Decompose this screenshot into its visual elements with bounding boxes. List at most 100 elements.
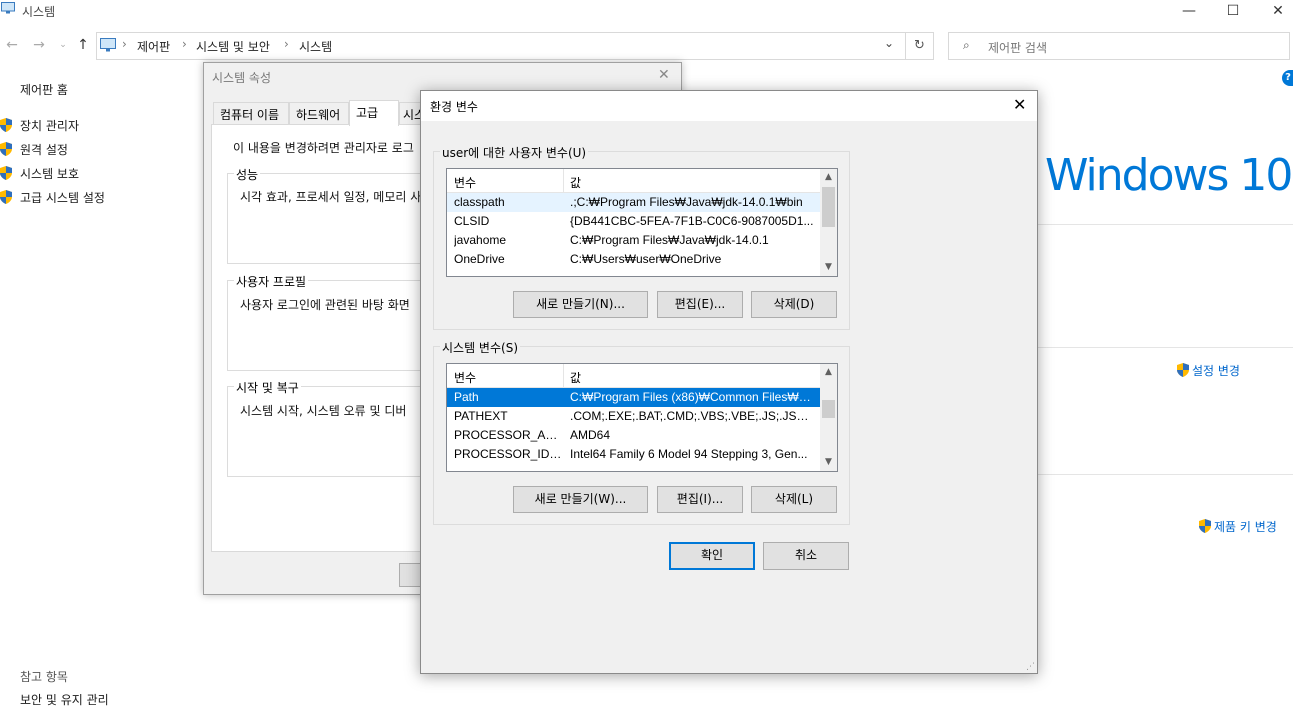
remote-settings-link[interactable]: 원격 설정 — [20, 141, 68, 158]
column-header-name[interactable]: 변수 — [454, 369, 476, 386]
env-dialog-title: 환경 변수 — [430, 100, 478, 114]
scroll-thumb[interactable] — [822, 400, 835, 418]
system-new-button[interactable]: 새로 만들기(W)... — [513, 486, 648, 513]
resize-grip-icon[interactable]: ⋰ — [1026, 662, 1035, 672]
column-divider — [563, 364, 564, 388]
tab-computer-name[interactable]: 컴퓨터 이름 — [213, 102, 289, 124]
breadcrumb-separator-icon: › — [122, 37, 127, 51]
refresh-button[interactable]: ↻ — [906, 32, 934, 60]
admin-note: 이 내용을 변경하려면 관리자로 로그 — [233, 141, 414, 155]
tab-system-protection[interactable]: 시스 — [399, 102, 421, 124]
refresh-icon: ↻ — [914, 38, 925, 53]
variable-name: OneDrive — [454, 252, 505, 266]
variable-value: Intel64 Family 6 Model 94 Stepping 3, Ge… — [570, 447, 808, 461]
table-row[interactable]: javahome C:₩Program Files₩Java₩jdk-14.0.… — [447, 231, 837, 250]
performance-group — [227, 173, 427, 264]
minimize-button[interactable]: — — [1166, 0, 1212, 24]
variable-name: javahome — [454, 233, 507, 247]
system-window-icon — [1, 2, 15, 14]
breadcrumb-control-panel[interactable]: 제어판 — [137, 38, 170, 55]
ok-button[interactable]: 확인 — [669, 542, 755, 570]
breadcrumb-system[interactable]: 시스템 — [299, 38, 332, 55]
table-row[interactable]: PATHEXT .COM;.EXE;.BAT;.CMD;.VBS;.VBE;.J… — [447, 407, 837, 426]
up-arrow-icon[interactable]: ↑ — [73, 34, 93, 56]
env-dialog-close-icon[interactable]: ✕ — [1013, 95, 1026, 114]
scroll-down-icon[interactable]: ▼ — [820, 259, 837, 276]
divider — [1038, 474, 1293, 475]
variable-value: C:₩Program Files (x86)₩Common Files₩Or..… — [570, 390, 815, 404]
advanced-system-settings-link[interactable]: 고급 시스템 설정 — [20, 189, 105, 206]
maximize-button[interactable]: ☐ — [1210, 0, 1256, 24]
windows-10-logo: Windows 10 — [1045, 150, 1293, 201]
change-product-key-link[interactable]: 제품 키 변경 — [1214, 518, 1277, 535]
breadcrumb-separator-icon: › — [284, 37, 289, 51]
system-delete-button[interactable]: 삭제(L) — [751, 486, 837, 513]
variable-name: Path — [454, 390, 479, 404]
user-delete-button[interactable]: 삭제(D) — [751, 291, 837, 318]
uac-shield-icon — [0, 166, 12, 180]
variable-name: CLSID — [454, 214, 490, 228]
search-placeholder: 제어판 검색 — [988, 41, 1048, 55]
see-also-heading: 참고 항목 — [20, 670, 68, 684]
variable-value: C:₩Program Files₩Java₩jdk-14.0.1 — [570, 233, 769, 247]
recent-locations-chevron-icon[interactable]: ⌄ — [53, 34, 73, 56]
table-row[interactable]: classpath .;C:₩Program Files₩Java₩jdk-14… — [447, 193, 837, 212]
column-header-value[interactable]: 값 — [570, 174, 581, 191]
window-titlebar — [0, 0, 1293, 24]
back-arrow-icon[interactable]: ← — [2, 34, 22, 56]
breadcrumb-system-security[interactable]: 시스템 및 보안 — [196, 38, 270, 55]
performance-description: 시각 효과, 프로세서 일정, 메모리 사 — [240, 190, 420, 204]
table-row[interactable]: OneDrive C:₩Users₩user₩OneDrive — [447, 250, 837, 269]
system-variables-label: 시스템 변수(S) — [440, 339, 520, 356]
user-variables-list[interactable]: 변수 값 classpath .;C:₩Program Files₩Java₩j… — [446, 168, 838, 277]
variable-value: .COM;.EXE;.BAT;.CMD;.VBS;.VBE;.JS;.JSE;.… — [570, 409, 815, 423]
variable-value: .;C:₩Program Files₩Java₩jdk-14.0.1₩bin — [570, 195, 803, 209]
help-icon[interactable]: ? — [1282, 70, 1293, 86]
address-dropdown-chevron-icon[interactable]: ⌄ — [884, 36, 894, 50]
user-variables-label: user에 대한 사용자 변수(U) — [440, 144, 589, 161]
device-manager-link[interactable]: 장치 관리자 — [20, 117, 79, 134]
scroll-up-icon[interactable]: ▲ — [820, 169, 837, 186]
search-icon: ⌕ — [963, 38, 970, 52]
user-new-button[interactable]: 새로 만들기(N)... — [513, 291, 648, 318]
change-settings-link[interactable]: 설정 변경 — [1192, 362, 1240, 379]
user-edit-button[interactable]: 편집(E)... — [657, 291, 743, 318]
tab-hardware[interactable]: 하드웨어 — [289, 102, 349, 124]
column-divider — [563, 169, 564, 193]
variable-name: PROCESSOR_IDEN... — [454, 447, 562, 461]
column-header-value[interactable]: 값 — [570, 369, 581, 386]
system-edit-button[interactable]: 편집(I)... — [657, 486, 743, 513]
divider — [1038, 224, 1293, 225]
variable-value: C:₩Users₩user₩OneDrive — [570, 252, 722, 266]
control-panel-icon — [100, 38, 116, 52]
list-header: 변수 값 — [447, 169, 837, 193]
control-panel-home-link[interactable]: 제어판 홈 — [20, 81, 68, 98]
scroll-down-icon[interactable]: ▼ — [820, 454, 837, 471]
system-variables-list[interactable]: 변수 값 Path C:₩Program Files (x86)₩Common … — [446, 363, 838, 472]
uac-shield-icon — [0, 142, 12, 156]
close-button[interactable]: ✕ — [1255, 0, 1293, 24]
table-row-selected[interactable]: Path C:₩Program Files (x86)₩Common Files… — [447, 388, 820, 407]
scrollbar[interactable]: ▲ ▼ — [820, 364, 837, 471]
system-protection-link[interactable]: 시스템 보호 — [20, 165, 79, 182]
scroll-thumb[interactable] — [822, 187, 835, 227]
uac-shield-icon — [0, 190, 12, 204]
cancel-button[interactable]: 취소 — [763, 542, 849, 570]
performance-group-label: 성능 — [234, 166, 261, 183]
tab-advanced[interactable]: 고급 — [349, 100, 399, 126]
column-header-name[interactable]: 변수 — [454, 174, 476, 191]
scroll-up-icon[interactable]: ▲ — [820, 364, 837, 381]
divider — [1038, 347, 1293, 348]
table-row[interactable]: PROCESSOR_IDEN... Intel64 Family 6 Model… — [447, 445, 837, 464]
system-properties-title: 시스템 속성 — [212, 71, 272, 85]
table-row[interactable]: CLSID {DB441CBC-5FEA-7F1B-C0C6-9087005D1… — [447, 212, 837, 231]
variable-value: AMD64 — [570, 428, 611, 442]
search-input[interactable]: ⌕ 제어판 검색 — [948, 32, 1290, 60]
system-properties-close-icon[interactable]: ✕ — [658, 67, 670, 83]
uac-shield-icon — [0, 118, 12, 132]
scrollbar[interactable]: ▲ ▼ — [820, 169, 837, 276]
env-dialog-titlebar — [421, 91, 1037, 121]
table-row[interactable]: PROCESSOR_ARC... AMD64 — [447, 426, 837, 445]
security-maintenance-link[interactable]: 보안 및 유지 관리 — [20, 691, 109, 708]
forward-arrow-icon[interactable]: → — [29, 34, 49, 56]
